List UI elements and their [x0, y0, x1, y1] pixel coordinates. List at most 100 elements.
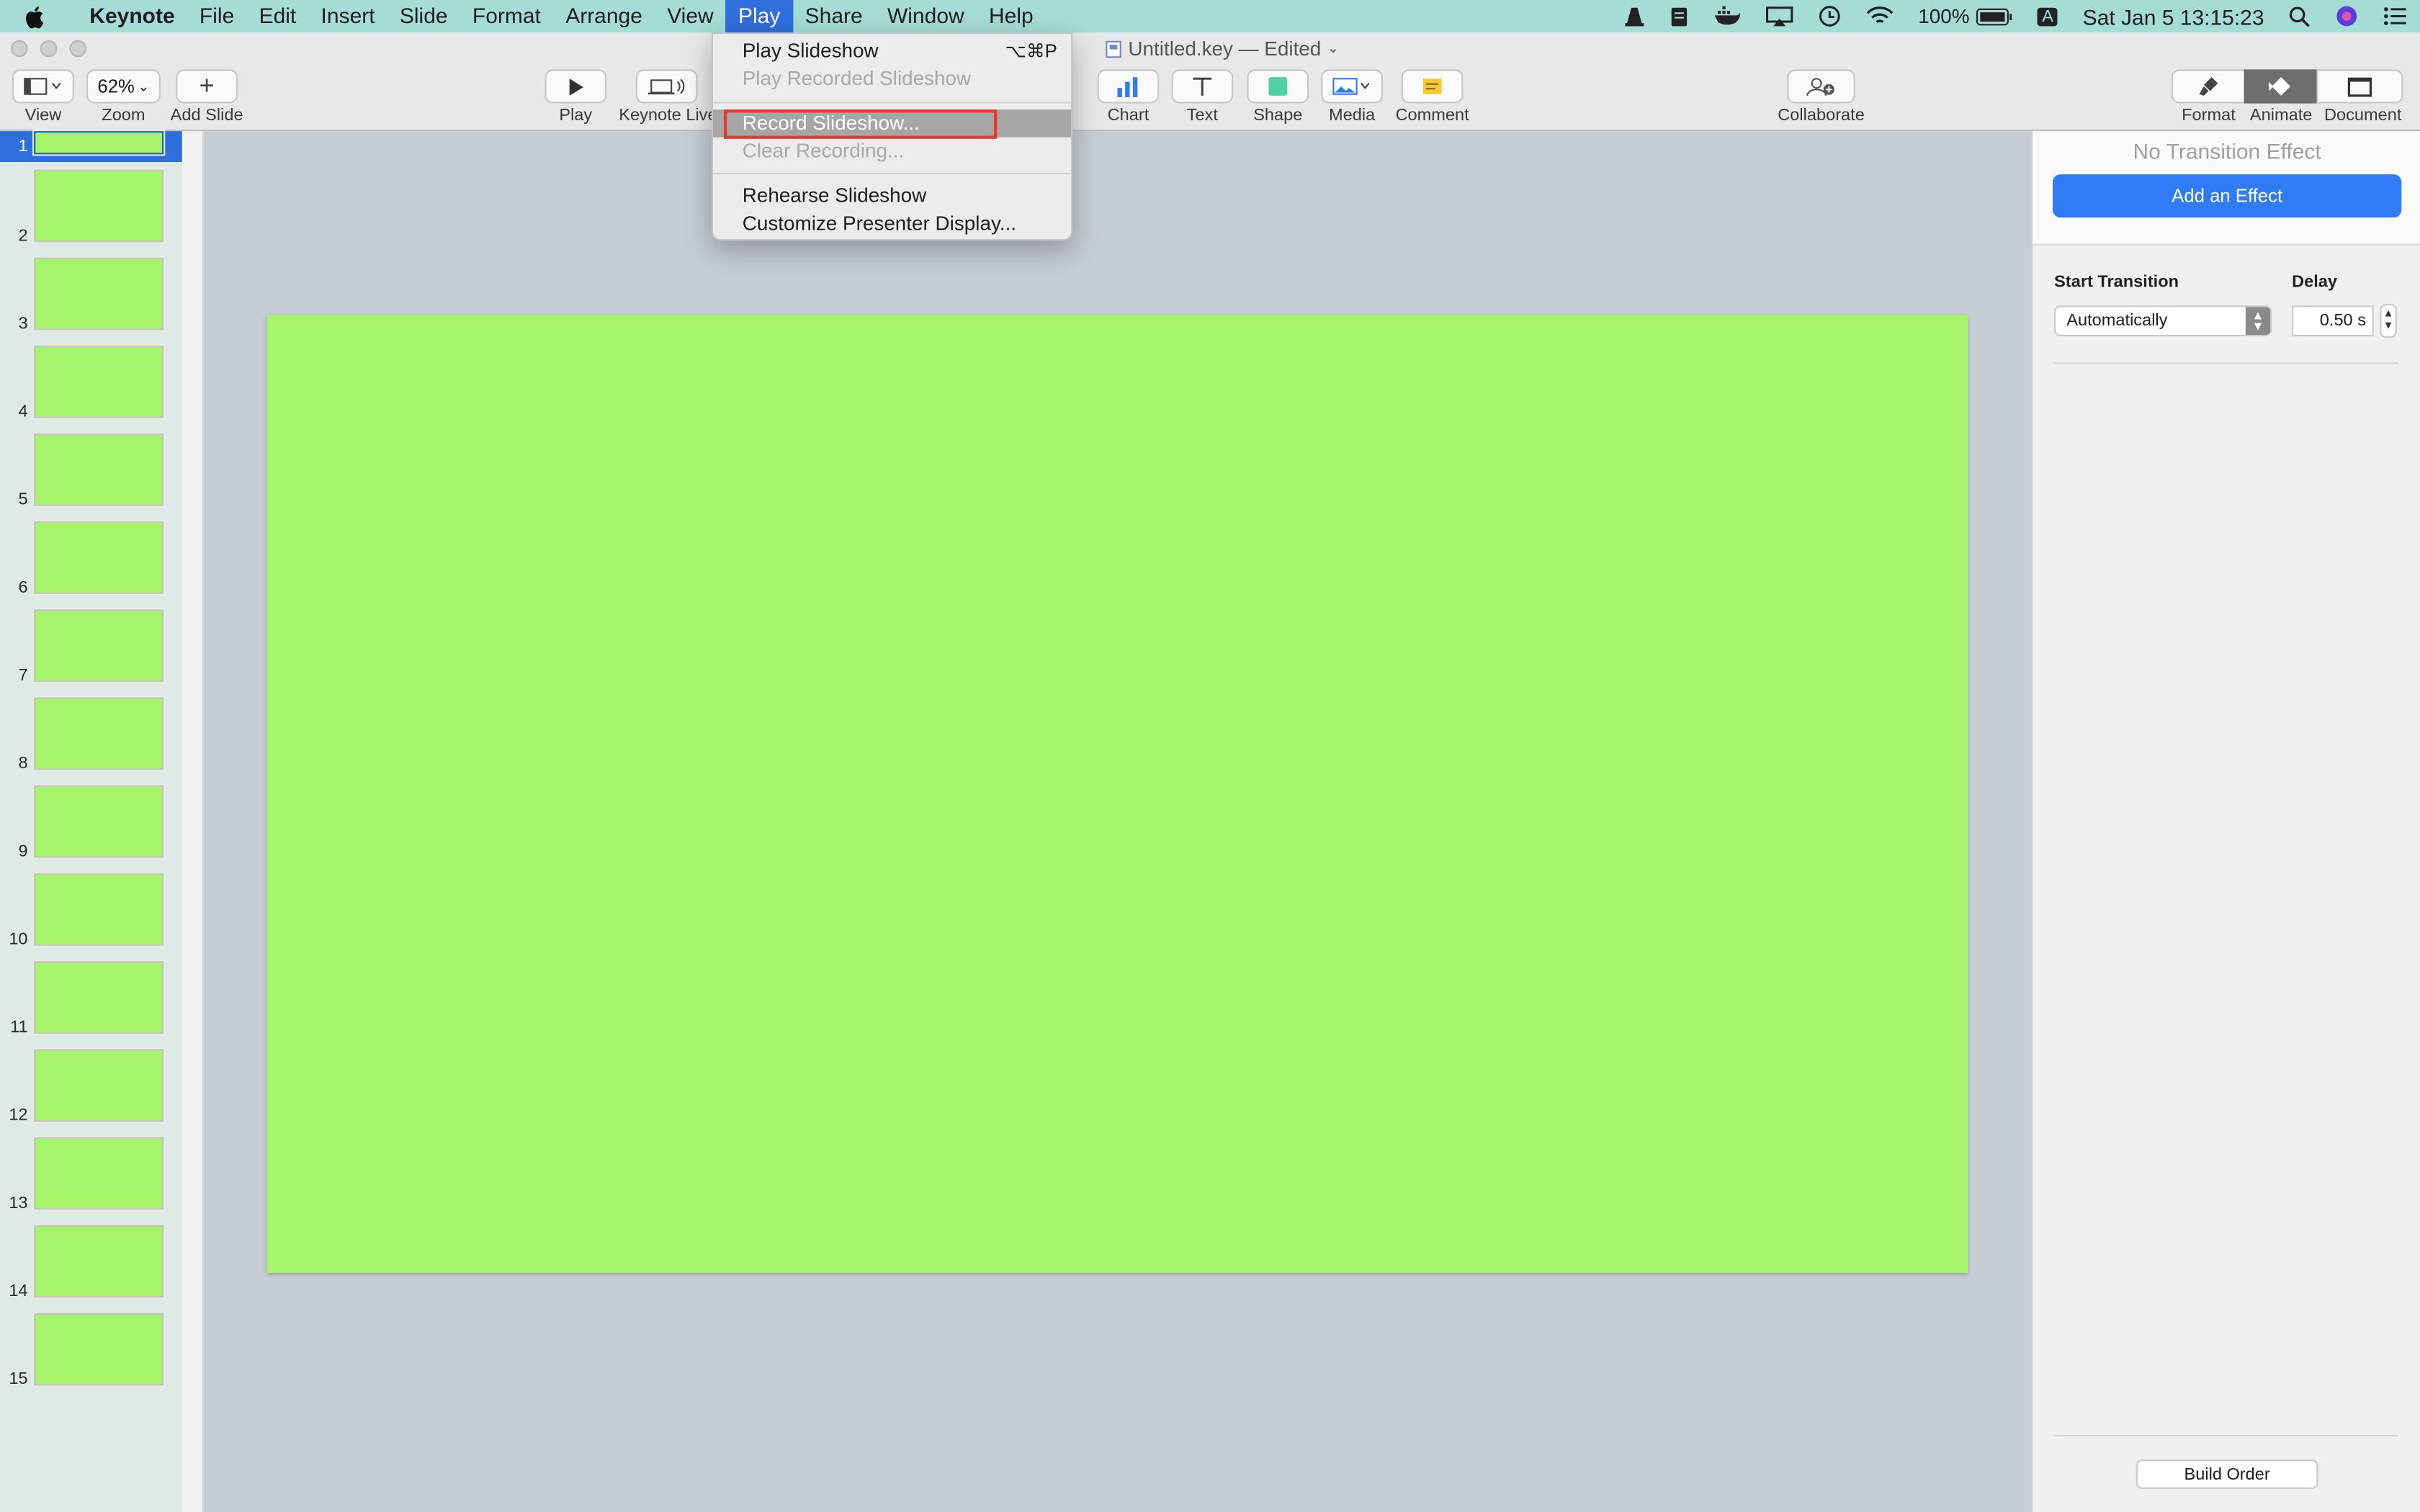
start-transition-select[interactable]: Automatically ▲ ▼ [2054, 305, 2272, 337]
play-button[interactable] [544, 69, 607, 104]
slide-thumbnail[interactable] [34, 1049, 164, 1122]
keynote-window: Keynote File Edit Insert Slide Format Ar… [0, 0, 2420, 1512]
chevron-down-icon: ⌄ [138, 78, 150, 94]
slide-number: 8 [18, 754, 28, 773]
slide-thumbnail[interactable] [34, 609, 164, 683]
add-effect-button[interactable]: Add an Effect [2053, 174, 2402, 218]
sidebar-view-icon [24, 78, 61, 95]
slide-thumbnail[interactable] [34, 433, 164, 506]
media-button[interactable] [1321, 69, 1383, 104]
delay-stepper[interactable]: ▲ ▼ [2380, 304, 2397, 338]
slide-number: 13 [9, 1194, 28, 1213]
apple-icon[interactable] [24, 4, 55, 28]
slide-thumbnail[interactable] [34, 257, 164, 330]
zoom-select[interactable]: 62% ⌄ [86, 69, 161, 104]
zoom-label: Zoom [102, 106, 145, 125]
collaborate-icon [1806, 78, 1834, 96]
view-button[interactable] [12, 69, 74, 104]
document-button[interactable] [2316, 69, 2403, 104]
clipboard-icon[interactable] [1657, 0, 1700, 32]
clock[interactable]: Sat Jan 5 13:15:23 [2071, 0, 2277, 32]
play-label: Play [559, 106, 593, 125]
text-button[interactable] [1171, 69, 1234, 104]
input-source-indicator[interactable]: A [2025, 0, 2071, 32]
notification-center-icon[interactable] [2370, 0, 2420, 32]
slide-canvas[interactable] [203, 131, 2031, 1512]
slide-thumbnail[interactable] [34, 785, 164, 858]
slide-thumbnail[interactable] [34, 697, 164, 770]
current-slide[interactable] [266, 315, 1968, 1273]
divider [2054, 362, 2398, 364]
chart-button[interactable] [1097, 69, 1160, 104]
navigator-divider[interactable] [182, 131, 204, 1512]
slide-number: 12 [9, 1106, 28, 1125]
text-label: Text [1186, 106, 1218, 125]
slide-thumbnail[interactable] [34, 131, 164, 155]
vlc-icon[interactable] [1611, 0, 1657, 32]
keynote-live-label: Keynote Live [619, 106, 717, 125]
battery-indicator[interactable]: 100% [1906, 0, 2025, 32]
menu-item-label: Clear Recording... [742, 138, 905, 162]
input-source-label: A [2037, 6, 2058, 26]
menu-window[interactable]: Window [875, 0, 977, 32]
siri-icon[interactable] [2323, 0, 2370, 32]
menu-insert[interactable]: Insert [308, 0, 387, 32]
delay-field[interactable]: 0.50 s [2292, 305, 2374, 337]
animate-button[interactable] [2244, 69, 2318, 104]
menu-item-shortcut: ⌥⌘P [1005, 40, 1057, 62]
airplay-icon[interactable] [1753, 0, 1806, 32]
slide-thumbnail[interactable] [34, 169, 164, 243]
menu-file[interactable]: File [187, 0, 247, 32]
slide-number: 7 [18, 666, 28, 685]
spotlight-search-icon[interactable] [2277, 0, 2323, 32]
document-label: Document [2323, 106, 2402, 125]
minimize-window-button[interactable] [40, 40, 58, 58]
menu-item-rehearse-slideshow[interactable]: Rehearse Slideshow [713, 182, 1071, 210]
animate-diamond-icon [2269, 77, 2290, 96]
menu-item-label: Rehearse Slideshow [742, 183, 927, 207]
wifi-icon[interactable] [1853, 0, 1906, 32]
menu-play[interactable]: Play [725, 0, 793, 32]
menu-item-play-slideshow[interactable]: Play Slideshow ⌥⌘P [713, 37, 1071, 65]
slide-thumbnail[interactable] [34, 1137, 164, 1210]
comment-button[interactable] [1401, 69, 1464, 104]
menu-app-keynote[interactable]: Keynote [77, 0, 187, 32]
menu-slide[interactable]: Slide [387, 0, 460, 32]
close-window-button[interactable] [11, 40, 28, 58]
shape-button[interactable] [1247, 69, 1309, 104]
keynote-live-button[interactable] [635, 69, 698, 104]
divider [2054, 1434, 2398, 1436]
slide-thumbnail[interactable] [34, 961, 164, 1034]
format-button[interactable] [2172, 69, 2246, 104]
slide-thumbnail[interactable] [34, 873, 164, 946]
add-slide-button[interactable]: + [176, 69, 238, 104]
menu-view[interactable]: View [655, 0, 726, 32]
time-machine-icon[interactable] [1806, 0, 1853, 32]
menu-share[interactable]: Share [792, 0, 874, 32]
battery-icon [1976, 7, 2012, 25]
menu-format[interactable]: Format [460, 0, 553, 32]
slide-thumbnail[interactable] [34, 1313, 164, 1386]
comment-label: Comment [1395, 106, 1469, 125]
zoom-window-button[interactable] [69, 40, 86, 58]
menu-edit[interactable]: Edit [246, 0, 308, 32]
play-icon [569, 78, 583, 95]
slide-thumbnail[interactable] [34, 521, 164, 594]
text-icon [1193, 77, 1212, 96]
document-title-area[interactable]: Untitled.key — Edited ⌄ [1105, 37, 1339, 60]
chevron-down-icon: ⌄ [1327, 40, 1340, 56]
transition-section: No Transition Effect Add an Effect [2033, 131, 2420, 246]
plus-icon: + [199, 71, 215, 101]
slide-thumbnail[interactable] [34, 1225, 164, 1298]
build-order-button[interactable]: Build Order [2136, 1459, 2318, 1489]
slide-number: 4 [18, 402, 28, 421]
slide-number: 5 [18, 490, 28, 510]
slide-thumbnail[interactable] [34, 346, 164, 418]
menu-help[interactable]: Help [977, 0, 1046, 32]
up-down-arrows-icon: ▲ ▼ [2245, 307, 2271, 335]
menu-arrange[interactable]: Arrange [553, 0, 655, 32]
animate-inspector: No Transition Effect Add an Effect Start… [2031, 131, 2420, 1512]
collaborate-button[interactable] [1787, 69, 1855, 104]
docker-icon[interactable] [1700, 0, 1753, 32]
menu-item-customize-presenter-display[interactable]: Customize Presenter Display... [713, 210, 1071, 238]
